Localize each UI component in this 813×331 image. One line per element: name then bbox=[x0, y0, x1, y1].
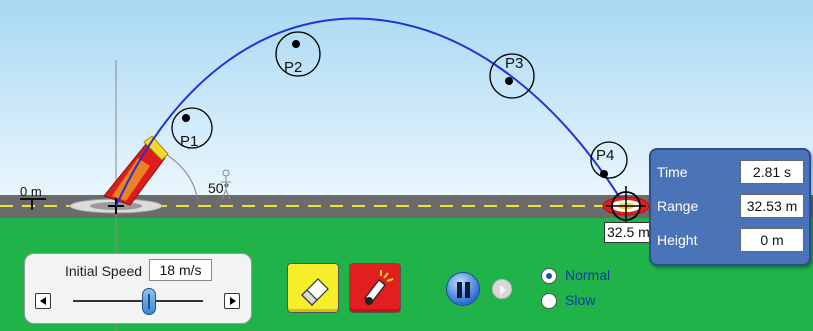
fire-button[interactable] bbox=[349, 263, 401, 313]
svg-text:P3: P3 bbox=[505, 55, 523, 72]
erase-button[interactable] bbox=[287, 263, 339, 313]
range-value: 32.53 m bbox=[740, 194, 804, 218]
svg-text:P1: P1 bbox=[180, 133, 198, 150]
normal-speed-label[interactable]: Normal bbox=[565, 267, 610, 283]
eraser-icon bbox=[301, 278, 329, 306]
initial-speed-panel: Initial Speed 18 m/s bbox=[24, 253, 252, 324]
initial-speed-input[interactable]: 18 m/s bbox=[149, 259, 212, 281]
cannon-icon bbox=[364, 270, 394, 305]
height-row: Height 0 m bbox=[651, 226, 811, 254]
speed-slider-track[interactable] bbox=[73, 300, 203, 302]
time-row: Time 2.81 s bbox=[651, 158, 811, 186]
arrow-right-icon bbox=[230, 297, 236, 305]
radio-selected-dot bbox=[546, 273, 552, 279]
normal-speed-radio[interactable] bbox=[541, 268, 557, 284]
pause-button[interactable] bbox=[446, 272, 480, 306]
slow-speed-radio[interactable] bbox=[541, 293, 557, 309]
time-label: Time bbox=[657, 164, 688, 180]
landing-range-tag: 32.5 m bbox=[604, 222, 650, 243]
height-label: Height bbox=[657, 232, 698, 248]
svg-text:P2: P2 bbox=[284, 59, 302, 76]
step-button[interactable] bbox=[492, 279, 512, 299]
distance-marker-label: 0 m bbox=[20, 184, 42, 199]
range-label: Range bbox=[657, 198, 699, 214]
range-row: Range 32.53 m bbox=[651, 192, 811, 220]
speed-decrease-button[interactable] bbox=[35, 293, 51, 309]
speed-increase-button[interactable] bbox=[224, 293, 240, 309]
arrow-left-icon bbox=[40, 297, 46, 305]
svg-text:P4: P4 bbox=[596, 147, 614, 164]
info-panel[interactable]: Time 2.81 s Range 32.53 m Height 0 m bbox=[649, 148, 811, 266]
height-value: 0 m bbox=[740, 228, 804, 252]
speed-slider-thumb[interactable] bbox=[142, 288, 156, 315]
time-value: 2.81 s bbox=[740, 160, 804, 184]
initial-speed-label: Initial Speed bbox=[65, 263, 143, 279]
step-icon bbox=[500, 285, 506, 295]
slow-speed-label[interactable]: Slow bbox=[565, 292, 595, 308]
